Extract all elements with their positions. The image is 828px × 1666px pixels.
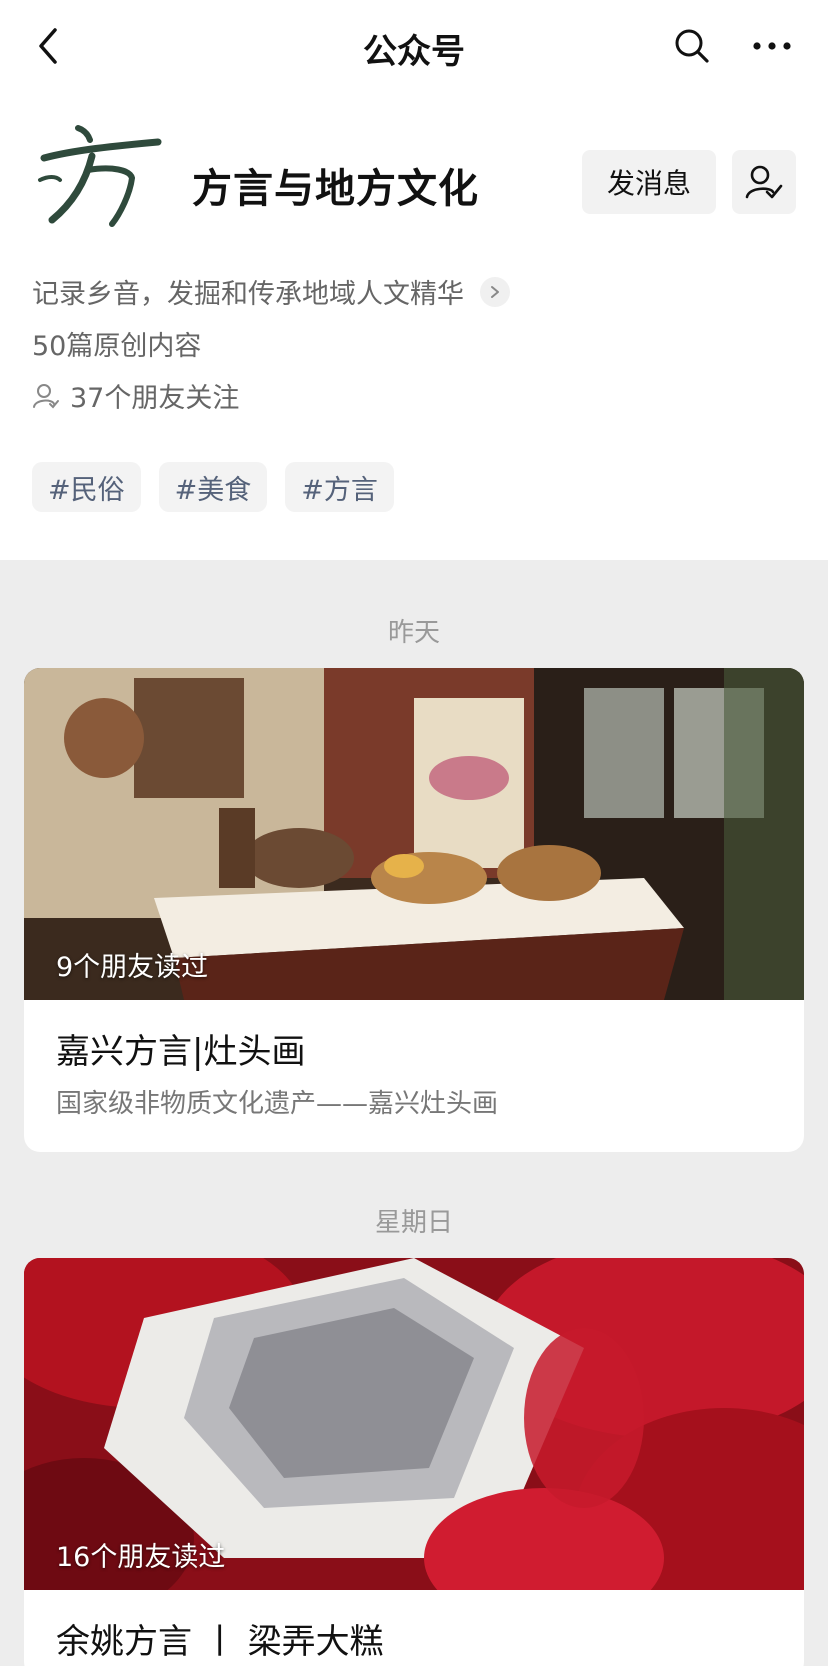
account-logo — [34, 120, 166, 232]
navigation-bar: 公众号 — [0, 0, 828, 92]
article-cover-image: 16个朋友读过 — [24, 1258, 804, 1590]
account-description[interactable]: 记录乡音，发掘和传承地域人文精华 — [32, 272, 510, 311]
user-check-icon — [745, 165, 783, 199]
friends-read-count: 9个朋友读过 — [56, 952, 209, 983]
article-summary: 国家级非物质文化遗产——嘉兴灶头画 — [56, 1089, 499, 1119]
original-content-count: 50篇原创内容 — [32, 331, 202, 362]
tag-list: #民俗 #美食 #方言 — [32, 462, 394, 512]
article-title: 余姚方言 丨 梁弄大糕 — [56, 1622, 384, 1662]
article-card[interactable]: 9个朋友读过 嘉兴方言|灶头画 国家级非物质文化遗产——嘉兴灶头画 — [24, 668, 804, 1152]
description-text: 记录乡音，发掘和传承地域人文精华 — [32, 279, 464, 310]
search-icon — [675, 29, 709, 63]
date-label: 星期日 — [374, 1208, 453, 1238]
tag-folk-custom[interactable]: #民俗 — [32, 462, 141, 512]
friends-following: 37个朋友关注 — [32, 376, 239, 415]
search-button[interactable] — [668, 22, 716, 70]
article-title: 嘉兴方言|灶头画 — [56, 1032, 306, 1072]
account-header-panel: 公众号 方言与地方文化 发消息 记录乡音，发掘和传承地域人文精华 50篇原创内容… — [0, 0, 828, 560]
tag-dialect[interactable]: #方言 — [285, 462, 394, 512]
follow-status-button[interactable] — [732, 150, 796, 214]
more-button[interactable] — [748, 22, 796, 70]
calligraphy-fang-logo — [38, 125, 162, 227]
friends-read-count: 16个朋友读过 — [56, 1542, 226, 1573]
article-card[interactable]: 16个朋友读过 余姚方言 丨 梁弄大糕 — [24, 1258, 804, 1666]
article-cover-image: 9个朋友读过 — [24, 668, 804, 1000]
tag-food[interactable]: #美食 — [158, 462, 268, 512]
date-label: 昨天 — [387, 618, 440, 648]
friends-following-text: 37个朋友关注 — [70, 383, 240, 414]
chevron-right-icon — [480, 276, 510, 307]
send-message-button[interactable]: 发消息 — [582, 150, 716, 214]
account-name: 方言与地方文化 — [192, 166, 479, 212]
user-icon — [33, 383, 59, 408]
more-dots-icon — [753, 42, 791, 50]
